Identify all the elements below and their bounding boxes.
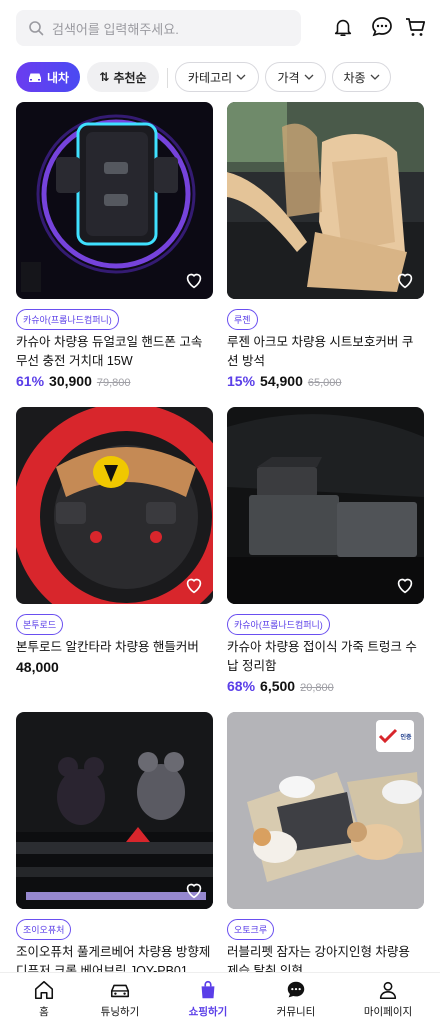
brand-tag: 루젠 bbox=[227, 309, 258, 330]
certification-badge: 인증 bbox=[376, 720, 414, 752]
car-type-dropdown[interactable]: 차종 bbox=[332, 62, 391, 92]
discount-rate: 15% bbox=[227, 373, 256, 389]
tab-home[interactable]: 홈 bbox=[0, 979, 88, 1025]
product-title: 루젠 아크모 차량용 시트보호커버 쿠션 방석 bbox=[227, 335, 414, 368]
product-image bbox=[16, 407, 213, 604]
my-car-chip[interactable]: 내차 bbox=[16, 62, 80, 92]
heart-icon[interactable] bbox=[183, 574, 205, 596]
brand-tag: 오토크루 bbox=[227, 919, 275, 940]
discount-rate: 68% bbox=[227, 678, 256, 694]
sale-price: 48,000 bbox=[16, 659, 59, 675]
search-bar[interactable]: 검색어를 입력해주세요. bbox=[16, 10, 301, 46]
check-icon bbox=[379, 728, 398, 744]
product-image bbox=[16, 102, 213, 299]
price-row: 48,000 bbox=[16, 659, 59, 675]
tab-label: 홈 bbox=[39, 1006, 49, 1018]
community-chat-icon bbox=[287, 981, 305, 998]
brand-tag: 카슈아(프롬나드컴퍼니) bbox=[16, 309, 119, 330]
product-image bbox=[227, 407, 424, 604]
person-icon bbox=[379, 981, 397, 1000]
badge-label: 인증 bbox=[400, 734, 412, 741]
sort-label: 추천순 bbox=[113, 70, 147, 85]
header: 검색어를 입력해주세요. bbox=[0, 0, 440, 56]
car-icon bbox=[110, 984, 130, 998]
cart-icon[interactable] bbox=[402, 13, 430, 41]
car-type-label: 차종 bbox=[343, 70, 366, 85]
tab-label: 커뮤니티 bbox=[276, 1006, 316, 1018]
original-price: 79,800 bbox=[96, 377, 131, 389]
car-icon bbox=[28, 73, 41, 82]
discount-rate: 61% bbox=[16, 373, 45, 389]
bottom-tab-bar: 홈 튜닝하기 쇼핑하기 커뮤니티 마이페이지 bbox=[0, 972, 440, 1026]
heart-icon[interactable] bbox=[394, 574, 416, 596]
tab-tuning[interactable]: 튜닝하기 bbox=[76, 979, 164, 1025]
search-icon bbox=[29, 21, 44, 36]
home-icon bbox=[34, 980, 54, 1000]
product-image bbox=[227, 102, 424, 299]
tab-label: 튜닝하기 bbox=[100, 1006, 140, 1018]
price-dropdown[interactable]: 가격 bbox=[265, 62, 326, 92]
tab-shopping[interactable]: 쇼핑하기 bbox=[164, 979, 252, 1025]
tab-label: 마이페이지 bbox=[363, 1006, 413, 1018]
category-dropdown[interactable]: 카테고리 bbox=[175, 62, 259, 92]
sort-icon: ⇅ bbox=[99, 70, 110, 84]
heart-icon[interactable] bbox=[394, 269, 416, 291]
tab-mypage[interactable]: 마이페이지 bbox=[344, 979, 432, 1025]
category-label: 카테고리 bbox=[187, 70, 233, 85]
brand-tag: 본투로드 bbox=[16, 614, 64, 635]
sale-price: 54,900 bbox=[260, 373, 303, 389]
price-label: 가격 bbox=[277, 70, 300, 85]
tab-label: 쇼핑하기 bbox=[188, 1006, 228, 1018]
brand-tag: 조이오퓨처 bbox=[16, 919, 72, 940]
price-row: 68% 6,500 20,800 bbox=[227, 678, 334, 694]
original-price: 20,800 bbox=[300, 682, 334, 694]
bell-icon[interactable] bbox=[329, 13, 357, 41]
product-image: 인증 bbox=[227, 712, 424, 909]
my-car-label: 내차 bbox=[46, 70, 70, 85]
divider bbox=[167, 68, 168, 88]
price-row: 61% 30,900 79,800 bbox=[16, 373, 131, 389]
shopping-bag-icon bbox=[201, 980, 215, 999]
price-row: 15% 54,900 65,000 bbox=[227, 373, 342, 389]
heart-icon[interactable] bbox=[183, 269, 205, 291]
tab-community[interactable]: 커뮤니티 bbox=[252, 979, 340, 1025]
product-image bbox=[16, 712, 213, 909]
chevron-down-icon bbox=[304, 74, 314, 80]
heart-icon[interactable] bbox=[183, 879, 205, 901]
brand-tag: 카슈아(프롬나드컴퍼니) bbox=[227, 614, 330, 635]
original-price: 65,000 bbox=[307, 377, 342, 389]
sort-chip[interactable]: ⇅ 추천순 bbox=[87, 62, 159, 92]
product-title: 카슈아 차량용 듀얼코일 핸드폰 고속 무선 충전 거치대 15W bbox=[16, 335, 203, 368]
sale-price: 6,500 bbox=[260, 678, 296, 694]
filter-bar: 내차 ⇅ 추천순 카테고리 가격 차종 bbox=[0, 60, 440, 94]
chevron-down-icon bbox=[370, 74, 380, 80]
chevron-down-icon bbox=[236, 74, 246, 80]
product-title: 카슈아 차량용 접이식 가죽 트렁크 수납 정리함 bbox=[227, 640, 417, 673]
sale-price: 30,900 bbox=[49, 373, 92, 389]
chat-icon[interactable] bbox=[368, 13, 396, 41]
search-placeholder: 검색어를 입력해주세요. bbox=[52, 21, 179, 37]
